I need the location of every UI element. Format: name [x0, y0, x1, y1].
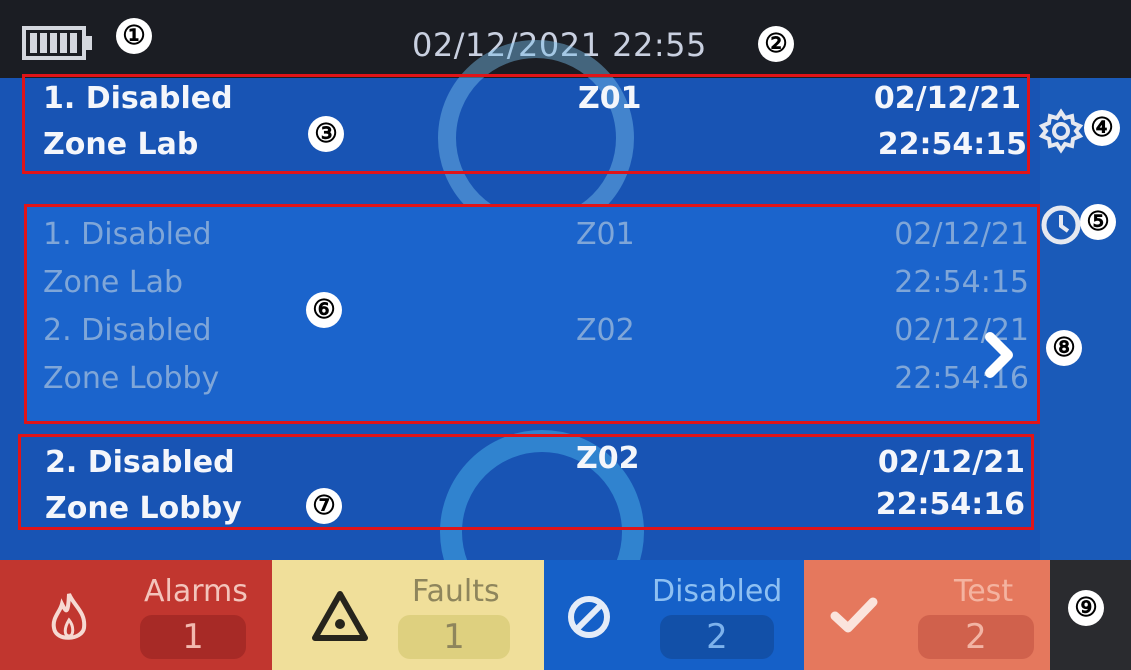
- event-time: 22:54:15: [877, 127, 1027, 162]
- current-event-card[interactable]: 2. Disabled Zone Lobby Z02 02/12/21 22:5…: [18, 434, 1034, 530]
- tab-count: 1: [140, 615, 246, 659]
- panel-screen: 02/12/2021 22:55 1. Disabled Zone Lab Z0…: [0, 0, 1131, 670]
- event-time: 22:54:16: [875, 487, 1025, 522]
- tab-test[interactable]: Test 2: [804, 560, 1050, 670]
- event-zone: Z02: [576, 441, 640, 476]
- list-item-date: 02/12/21: [894, 217, 1029, 252]
- callout-8: ⑧: [1046, 330, 1082, 366]
- current-event-card[interactable]: 1. Disabled Zone Lab Z01 02/12/21 22:54:…: [22, 74, 1030, 174]
- list-item-zone: Z01: [576, 217, 635, 252]
- tab-count: 2: [660, 615, 774, 659]
- event-date: 02/12/21: [873, 81, 1021, 116]
- tab-faults[interactable]: Faults 1: [272, 560, 544, 670]
- event-title: 1. Disabled: [43, 81, 233, 116]
- callout-5: ⑤: [1080, 204, 1116, 240]
- battery-full-icon: [22, 26, 92, 60]
- callout-3: ③: [308, 116, 344, 152]
- clock-icon[interactable]: [1040, 204, 1082, 246]
- list-item-title: 2. Disabled: [43, 313, 212, 348]
- tab-count: 1: [398, 615, 510, 659]
- list-item-location: Zone Lobby: [43, 361, 220, 396]
- callout-4: ④: [1084, 110, 1120, 146]
- callout-2: ②: [758, 26, 794, 62]
- callout-9: ⑨: [1068, 590, 1104, 626]
- tab-label: Disabled: [652, 574, 783, 609]
- callout-1: ①: [116, 18, 152, 54]
- event-zone: Z01: [578, 81, 642, 116]
- list-item-title: 1. Disabled: [43, 217, 212, 252]
- tab-label: Test: [954, 574, 1014, 609]
- tab-count: 2: [918, 615, 1034, 659]
- callout-6: ⑥: [306, 292, 342, 328]
- tab-alarms[interactable]: Alarms 1: [0, 560, 272, 670]
- disabled-icon: [568, 596, 610, 638]
- event-title: 2. Disabled: [45, 445, 235, 480]
- tab-label: Faults: [412, 574, 500, 609]
- flame-icon: [51, 593, 87, 640]
- event-list[interactable]: 1. Disabled Zone Lab Z01 02/12/21 22:54:…: [24, 204, 1040, 424]
- list-item-location: Zone Lab: [43, 265, 184, 300]
- tab-disabled[interactable]: Disabled 2: [544, 560, 804, 670]
- check-icon: [830, 597, 878, 633]
- chevron-right-icon[interactable]: [982, 331, 1016, 379]
- event-location: Zone Lab: [43, 127, 199, 162]
- event-location: Zone Lobby: [45, 491, 242, 526]
- gear-icon[interactable]: [1038, 108, 1084, 154]
- list-item-time: 22:54:15: [894, 265, 1029, 300]
- list-item-zone: Z02: [576, 313, 635, 348]
- tab-label: Alarms: [144, 574, 248, 609]
- warning-icon: [312, 591, 368, 641]
- tab-bar: Alarms 1 Faults 1 Disabled 2 Test 2: [0, 560, 1131, 670]
- event-date: 02/12/21: [877, 445, 1025, 480]
- callout-7: ⑦: [306, 488, 342, 524]
